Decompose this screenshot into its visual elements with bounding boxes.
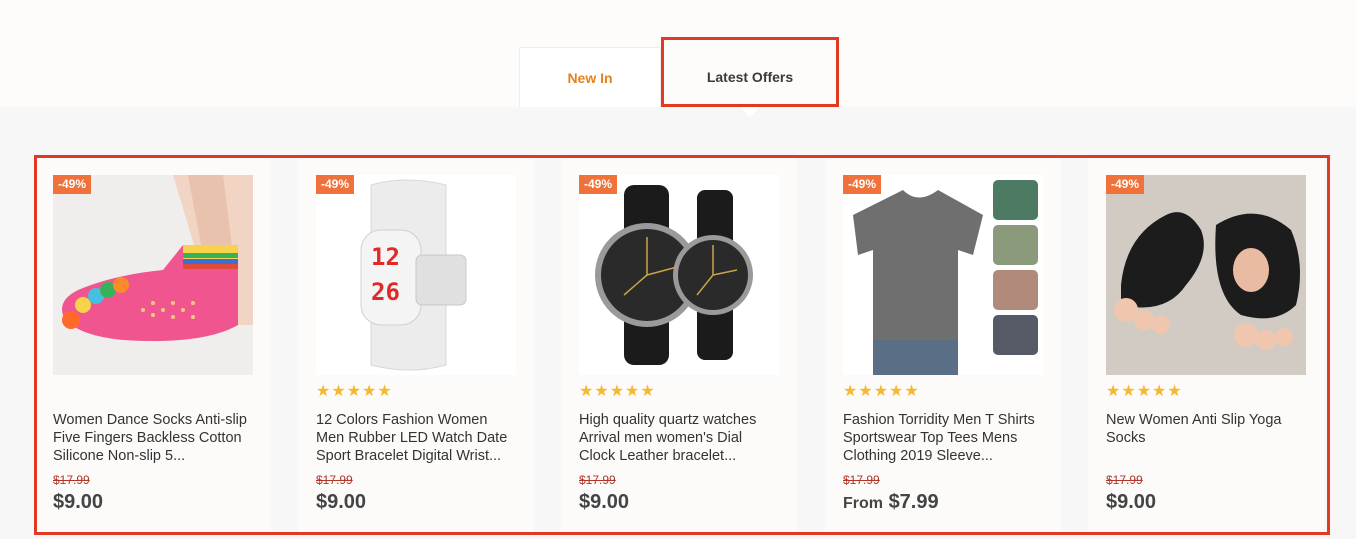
- yoga-socks-image: [1106, 175, 1306, 375]
- price-prefix: From: [843, 495, 883, 512]
- product-card[interactable]: -49% Women Dance Socks Anti-slip Five Fi…: [35, 158, 271, 533]
- sale-price: $9.00: [316, 491, 366, 514]
- original-price: $17.99: [843, 473, 880, 487]
- product-image[interactable]: [579, 175, 779, 375]
- discount-badge: -49%: [316, 175, 355, 194]
- product-title[interactable]: 12 Colors Fashion Women Men Rubber LED W…: [316, 411, 516, 465]
- tshirt-image: [843, 175, 1043, 375]
- product-card[interactable]: -49% ★★★★★ High quality quartz watches A…: [561, 158, 797, 533]
- sale-price: $9.00: [53, 491, 103, 514]
- original-price: $17.99: [53, 473, 90, 487]
- product-card[interactable]: -49% ★★★★★ New Women Anti Slip Yoga Sock…: [1088, 158, 1324, 533]
- product-title[interactable]: Fashion Torridity Men T Shirts Sportswea…: [843, 411, 1043, 465]
- product-image[interactable]: [843, 175, 1043, 375]
- sale-price: From $7.99: [843, 491, 939, 514]
- price-value: $9.00: [316, 491, 367, 513]
- highlight-box-tab: [661, 37, 839, 107]
- rating-stars: ★★★★★: [843, 383, 920, 400]
- discount-badge: -49%: [1106, 175, 1145, 194]
- svg-text:12: 12: [371, 243, 400, 271]
- original-price: $17.99: [579, 473, 616, 487]
- discount-badge: -49%: [843, 175, 882, 194]
- price-value: $9.00: [1106, 491, 1157, 513]
- sale-price: $9.00: [579, 491, 629, 514]
- svg-text:26: 26: [371, 278, 400, 306]
- price-value: $7.99: [888, 491, 939, 513]
- original-price: $17.99: [316, 473, 353, 487]
- product-title[interactable]: High quality quartz watches Arrival men …: [579, 411, 779, 465]
- sale-price: $9.00: [1106, 491, 1156, 514]
- discount-badge: -49%: [579, 175, 618, 194]
- product-grid: -49% Women Dance Socks Anti-slip Five Fi…: [35, 158, 1325, 533]
- price-value: $9.00: [53, 491, 104, 513]
- rating-stars: ★★★★★: [1106, 383, 1183, 400]
- rating-stars: ★★★★★: [579, 383, 656, 400]
- product-image[interactable]: [53, 175, 253, 375]
- product-card[interactable]: 12 26 -49% ★★★★★ 12 Colors Fashion Women…: [298, 158, 534, 533]
- price-value: $9.00: [579, 491, 630, 513]
- product-image[interactable]: [1106, 175, 1306, 375]
- toe-socks-image: [53, 175, 253, 375]
- active-tab-pointer: [740, 107, 760, 117]
- product-image[interactable]: 12 26: [316, 175, 516, 375]
- product-title[interactable]: Women Dance Socks Anti-slip Five Fingers…: [53, 411, 253, 465]
- product-card[interactable]: -49% ★★★★★ Fashion Torridity Men T Shirt…: [825, 158, 1061, 533]
- tab-new-in[interactable]: New In: [519, 47, 661, 107]
- rating-stars: ★★★★★: [316, 383, 393, 400]
- original-price: $17.99: [1106, 473, 1143, 487]
- led-watch-image: 12 26: [316, 175, 516, 375]
- product-title[interactable]: New Women Anti Slip Yoga Socks: [1106, 411, 1306, 465]
- quartz-watches-image: [579, 175, 779, 375]
- discount-badge: -49%: [53, 175, 92, 194]
